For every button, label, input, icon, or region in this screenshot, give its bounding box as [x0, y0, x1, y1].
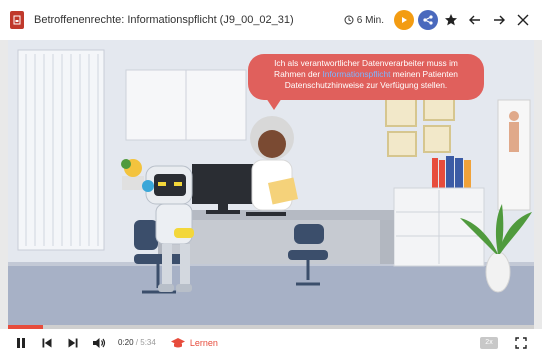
- arrow-right-icon[interactable]: [488, 9, 510, 31]
- share-icon[interactable]: [418, 10, 438, 30]
- volume-icon[interactable]: [88, 332, 110, 354]
- total-time: 5:34: [140, 338, 156, 347]
- skip-forward-icon[interactable]: [62, 332, 84, 354]
- top-bar: Betroffenenrechte: Informationspflicht (…: [0, 0, 542, 40]
- bubble-highlight: Informationspflicht: [322, 69, 391, 79]
- arrow-left-icon[interactable]: [464, 9, 486, 31]
- speech-bubble: Ich als verantwortlicher Datenverarbeite…: [248, 54, 484, 100]
- bubble-line-2: Rahmen der Informationspflicht meinen Pa…: [274, 69, 458, 79]
- bubble-line-1: Ich als verantwortlicher Datenverarbeite…: [274, 58, 458, 68]
- play-circle-icon[interactable]: [394, 10, 414, 30]
- clock-icon: [344, 15, 354, 25]
- document-icon: [10, 11, 24, 29]
- close-icon[interactable]: [512, 9, 534, 31]
- skip-back-icon[interactable]: [36, 332, 58, 354]
- video-player[interactable]: Ich als verantwortlicher Datenverarbeite…: [8, 40, 534, 325]
- learn-label: Lernen: [189, 337, 218, 348]
- current-time: 0:20: [118, 338, 134, 347]
- learn-button[interactable]: Lernen: [170, 337, 218, 349]
- speech-bubble-tail: [266, 98, 282, 110]
- fullscreen-icon[interactable]: [510, 332, 532, 354]
- bubble-line-3: Datenschutzhinweise zur Verfügung stelle…: [284, 80, 448, 90]
- duration: 6 Min.: [344, 15, 384, 26]
- star-icon[interactable]: [440, 9, 462, 31]
- duration-label: 6 Min.: [356, 14, 384, 26]
- time-display: 0:20 / 5:34: [118, 338, 156, 347]
- page-title: Betroffenenrechte: Informationspflicht (…: [34, 14, 294, 26]
- player-controls: 0:20 / 5:34 Lernen 2x: [0, 329, 542, 356]
- graduation-cap-icon: [170, 337, 185, 347]
- pause-icon[interactable]: [10, 332, 32, 354]
- playback-speed-button[interactable]: 2x: [480, 336, 498, 349]
